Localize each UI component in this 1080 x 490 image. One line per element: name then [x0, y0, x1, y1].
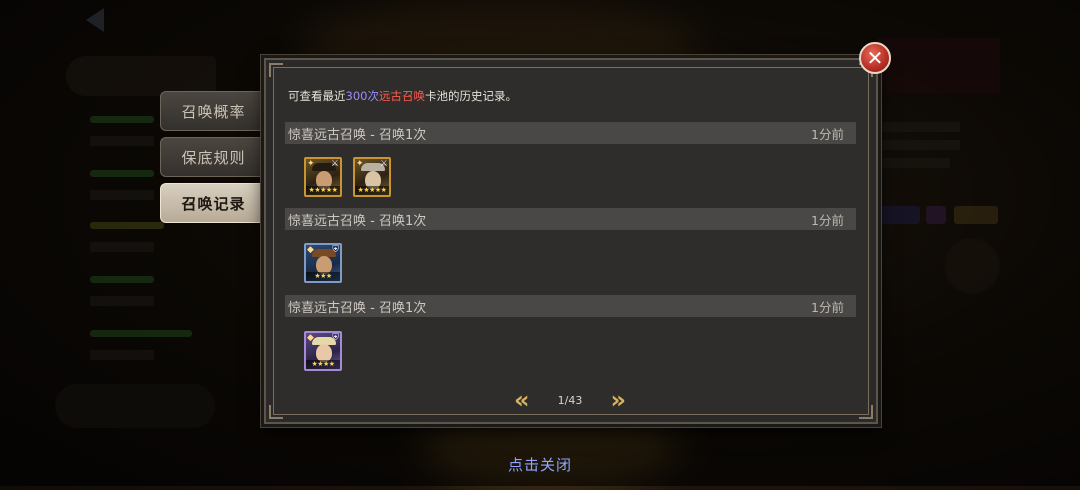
- record-header: 惊喜远古召唤 - 召唤1次 1分前: [285, 208, 856, 230]
- star-rating-icon: ★★★★: [306, 360, 340, 369]
- weapon-icon: ⚔: [379, 159, 388, 169]
- class-icon: ◆: [307, 333, 314, 343]
- tab-label: 召唤记录: [181, 194, 246, 213]
- record-time: 1分前: [811, 212, 844, 228]
- history-panel: [264, 58, 878, 424]
- record-title: 惊喜远古召唤 - 召唤1次: [288, 300, 427, 316]
- star-rating-icon: ★★★: [306, 272, 340, 281]
- double-chevron-left-icon[interactable]: «: [514, 388, 530, 412]
- hero-card[interactable]: ✦ ⚔ ★★★★★: [304, 157, 342, 197]
- record-header: 惊喜远古召唤 - 召唤1次 1分前: [285, 295, 856, 317]
- history-description: 可查看最近300次远古召唤卡池的历史记录。: [288, 88, 517, 104]
- shield-icon: ⛨: [332, 333, 339, 343]
- panel-corner-ornament: [859, 405, 873, 419]
- double-chevron-right-icon[interactable]: »: [610, 388, 626, 412]
- class-icon: ◆: [307, 245, 314, 255]
- description-prefix: 可查看最近: [288, 89, 346, 103]
- pagination: « 1/43 »: [514, 388, 626, 412]
- panel-corner-ornament: [269, 63, 283, 77]
- close-button[interactable]: ✕: [859, 42, 891, 74]
- record-title: 惊喜远古召唤 - 召唤1次: [288, 127, 427, 143]
- record-header: 惊喜远古召唤 - 召唤1次 1分前: [285, 122, 856, 144]
- description-pool-name: 远古召唤: [378, 89, 425, 103]
- tab-label: 保底规则: [181, 148, 246, 167]
- close-icon: ✕: [866, 46, 884, 70]
- panel-frame: [273, 67, 869, 415]
- tab-summon-probability[interactable]: 召唤概率: [160, 91, 266, 131]
- hero-card[interactable]: ✦ ⚔ ★★★★★: [353, 157, 391, 197]
- star-rating-icon: ★★★★★: [306, 186, 340, 195]
- weapon-icon: ⚔: [330, 159, 339, 169]
- tap-to-close-label[interactable]: 点击关闭: [0, 454, 1080, 475]
- shield-icon: ⛨: [332, 245, 339, 255]
- page-indicator: 1/43: [557, 393, 583, 407]
- class-icon: ✦: [356, 159, 364, 169]
- class-icon: ✦: [307, 159, 315, 169]
- hero-card[interactable]: ◆ ⛨ ★★★★: [304, 331, 342, 371]
- record-time: 1分前: [811, 299, 844, 315]
- star-rating-icon: ★★★★★: [355, 186, 389, 195]
- description-count: 300次: [345, 89, 379, 103]
- record-time: 1分前: [811, 126, 844, 142]
- panel-corner-ornament: [269, 405, 283, 419]
- hero-card[interactable]: ◆ ⛨ ★★★: [304, 243, 342, 283]
- tab-label: 召唤概率: [181, 102, 246, 121]
- tab-summon-history[interactable]: 召唤记录: [160, 183, 266, 223]
- record-title: 惊喜远古召唤 - 召唤1次: [288, 213, 427, 229]
- tab-pity-rules[interactable]: 保底规则: [160, 137, 266, 177]
- description-suffix: 卡池的历史记录。: [424, 89, 517, 103]
